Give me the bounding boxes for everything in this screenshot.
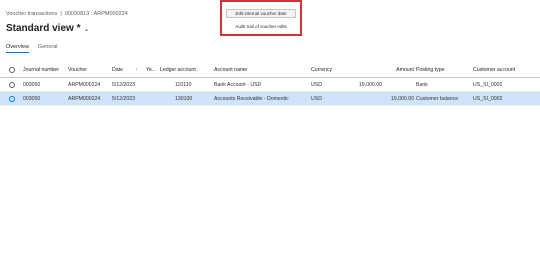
cell-ledger-account[interactable]: 130100 bbox=[175, 92, 192, 105]
col-ledger-account[interactable]: Ledger account bbox=[160, 63, 196, 77]
col-voucher[interactable]: Voucher bbox=[68, 63, 87, 77]
cell-date: 5/12/2023 bbox=[112, 81, 136, 88]
row-select-radio[interactable] bbox=[9, 92, 15, 105]
table-row[interactable]: 003050 ARPM000224 5/12/2023 110110 Bank … bbox=[0, 78, 540, 92]
tab-general[interactable]: General bbox=[38, 44, 58, 53]
col-journal-number[interactable]: Journal number bbox=[23, 63, 59, 77]
table-row[interactable]: 003050 ARPM000224 5/12/2023 130100 Accou… bbox=[0, 92, 540, 106]
cell-amount bbox=[370, 78, 414, 91]
breadcrumb-record: 00000813 : ARPM000224 bbox=[64, 11, 128, 17]
breadcrumb: Voucher transactions | 00000813 : ARPM0002… bbox=[6, 11, 128, 17]
edit-internal-voucher-date-button[interactable]: Edit internal voucher date bbox=[226, 9, 296, 18]
radio-circle[interactable] bbox=[9, 95, 15, 102]
col-currency[interactable]: Currency bbox=[311, 63, 332, 77]
col-account-name[interactable]: Account name bbox=[214, 63, 247, 77]
radio-circle[interactable] bbox=[9, 81, 15, 88]
cell-customer-account[interactable]: US_SI_0002 bbox=[473, 78, 502, 91]
view-selector[interactable]: Standard view * ⌄ bbox=[6, 23, 89, 34]
radio-circle[interactable] bbox=[9, 67, 15, 73]
chevron-down-icon[interactable]: ⌄ bbox=[83, 25, 89, 33]
cell-currency: USD bbox=[311, 95, 322, 102]
sort-ascending-icon[interactable]: ↑ bbox=[135, 63, 138, 77]
col-date[interactable]: Date bbox=[112, 63, 123, 77]
cell-posting-type: Customer balance bbox=[416, 95, 459, 102]
voucher-actions-menu: Edit internal voucher date Audit trail o… bbox=[220, 0, 302, 36]
cell-amount: 19,000.00 bbox=[390, 95, 414, 102]
col-amount[interactable]: Amount bbox=[370, 63, 414, 77]
cell-journal-number: 003050 bbox=[23, 81, 41, 88]
cell-account-name: Accounts Receivable - Domestic bbox=[214, 95, 289, 102]
col-year[interactable]: Ye... bbox=[146, 63, 156, 77]
cell-ledger-account[interactable]: 110110 bbox=[175, 78, 192, 91]
cell-customer-account[interactable]: US_SI_0002 bbox=[473, 92, 502, 105]
cell-voucher[interactable]: ARPM000224 bbox=[68, 92, 100, 105]
tab-overview[interactable]: Overview bbox=[6, 44, 29, 53]
page-title: Standard view * bbox=[6, 23, 81, 34]
audit-trail-button[interactable]: Audit trail of voucher edits bbox=[226, 22, 296, 31]
cell-journal-number: 003050 bbox=[23, 95, 41, 102]
breadcrumb-page[interactable]: Voucher transactions bbox=[6, 11, 57, 17]
cell-date: 5/12/2023 bbox=[112, 95, 136, 102]
col-posting-type[interactable]: Posting type bbox=[416, 63, 445, 77]
grid-header: Journal number Voucher Date ↑ Ye... Ledg… bbox=[0, 63, 540, 78]
voucher-transactions-grid: Journal number Voucher Date ↑ Ye... Ledg… bbox=[0, 63, 540, 106]
breadcrumb-separator: | bbox=[60, 11, 62, 17]
cell-currency: USD bbox=[311, 81, 322, 88]
col-customer-account[interactable]: Customer account bbox=[473, 63, 515, 77]
tab-bar: Overview General bbox=[6, 44, 58, 53]
select-all-radio[interactable] bbox=[9, 63, 15, 77]
cell-voucher[interactable]: ARPM000224 bbox=[68, 78, 100, 91]
row-select-radio[interactable] bbox=[9, 78, 15, 91]
cell-posting-type: Bank bbox=[416, 81, 428, 88]
cell-account-name: Bank Account - USD bbox=[214, 81, 262, 88]
